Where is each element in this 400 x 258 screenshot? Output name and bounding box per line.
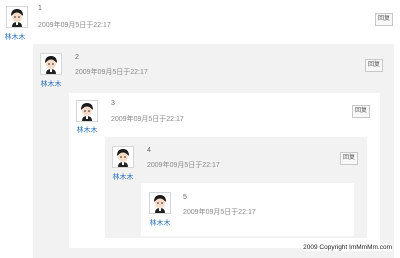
reply-button[interactable]: 回复 — [340, 152, 359, 165]
avatar[interactable] — [112, 146, 134, 168]
avatar[interactable] — [40, 53, 62, 75]
avatar[interactable] — [6, 6, 28, 28]
comment-author-link[interactable]: 林木木 — [106, 172, 140, 182]
comment-number: 3 — [111, 100, 115, 107]
comment-author-link[interactable]: 林木木 — [70, 125, 104, 135]
reply-button[interactable]: 回复 — [352, 105, 371, 118]
cartoon-boy-avatar-icon — [150, 193, 170, 213]
comment-date: 2009年09月5日于22:17 — [38, 22, 111, 29]
reply-button[interactable]: 回复 — [365, 59, 384, 72]
cartoon-boy-avatar-icon — [7, 7, 27, 27]
comment-date: 2009年09月5日于22:17 — [147, 162, 220, 169]
comment-number: 4 — [147, 147, 151, 154]
cartoon-boy-avatar-icon — [41, 54, 61, 74]
avatar[interactable] — [76, 100, 98, 122]
cartoon-boy-avatar-icon — [77, 101, 97, 121]
comment-date: 2009年09月5日于22:17 — [75, 69, 148, 76]
comment-date: 2009年09月5日于22:17 — [183, 209, 256, 216]
comment-number: 5 — [183, 194, 187, 201]
reply-button[interactable]: 回复 — [375, 13, 394, 26]
comment-author-link[interactable]: 林木木 — [34, 79, 68, 89]
cartoon-boy-avatar-icon — [113, 147, 133, 167]
avatar[interactable] — [149, 192, 171, 214]
comment-number: 1 — [38, 5, 42, 12]
comment-author-link[interactable]: 林木木 — [0, 32, 32, 42]
comment-date: 2009年09月5日于22:17 — [111, 116, 184, 123]
comment-number: 2 — [75, 54, 79, 61]
comment-author-link[interactable]: 林木木 — [143, 218, 177, 228]
copyright-text: 2009 Copyright ImMmMm.com — [303, 244, 392, 251]
